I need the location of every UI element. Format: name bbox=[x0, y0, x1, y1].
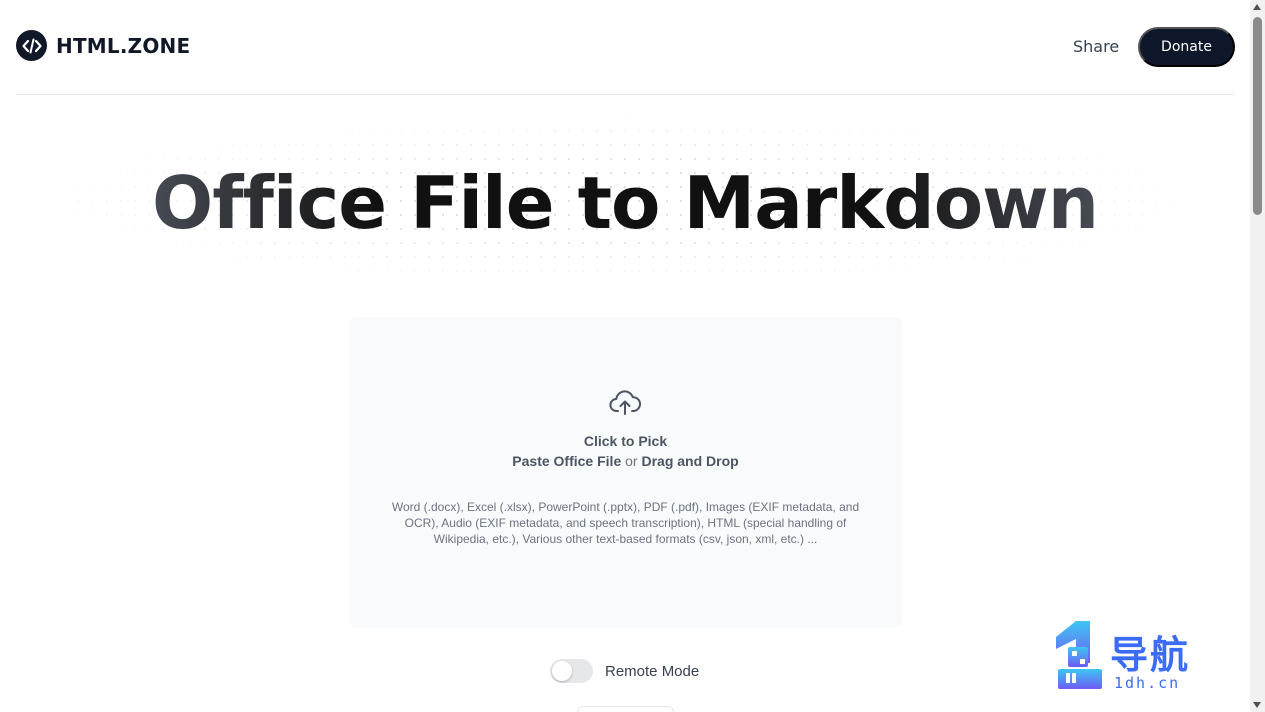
toggle-knob bbox=[552, 661, 572, 681]
remote-mode-row: Remote Mode bbox=[550, 659, 699, 683]
code-icon bbox=[16, 30, 47, 61]
share-link[interactable]: Share bbox=[1073, 37, 1119, 56]
page-title: Office File to Markdown bbox=[0, 160, 1250, 246]
site-logo[interactable]: HTML.ZONE bbox=[16, 30, 190, 61]
donate-button[interactable]: Donate bbox=[1138, 27, 1235, 67]
supported-formats-text: Word (.docx), Excel (.xlsx), PowerPoint … bbox=[391, 500, 860, 546]
scroll-thumb[interactable] bbox=[1253, 17, 1262, 215]
partially-visible-button[interactable] bbox=[577, 706, 674, 712]
remote-mode-toggle[interactable] bbox=[550, 659, 593, 683]
logo-text: HTML.ZONE bbox=[56, 33, 191, 58]
file-dropzone[interactable]: Click to Pick Paste Office File or Drag … bbox=[349, 317, 902, 628]
cloud-upload-icon bbox=[609, 390, 641, 415]
watermark-domain: 1dh.cn bbox=[1114, 674, 1181, 692]
scroll-down-arrow-icon[interactable] bbox=[1253, 702, 1261, 708]
click-to-pick-label: Click to Pick bbox=[583, 433, 668, 449]
paste-or-drag-line: Paste Office File or Drag and Drop bbox=[349, 453, 902, 469]
site-header: HTML.ZONE Share Donate bbox=[16, 0, 1235, 95]
watermark-title: 导航 bbox=[1110, 633, 1191, 677]
drag-label: Drag and Drop bbox=[641, 453, 739, 469]
vertical-scrollbar[interactable] bbox=[1250, 0, 1265, 712]
page: HTML.ZONE Share Donate Office File to Ma… bbox=[0, 0, 1265, 712]
or-label: or bbox=[625, 453, 638, 469]
scroll-up-arrow-icon[interactable] bbox=[1253, 4, 1261, 10]
paste-label: Paste Office File bbox=[512, 453, 622, 469]
remote-mode-label: Remote Mode bbox=[605, 662, 700, 680]
